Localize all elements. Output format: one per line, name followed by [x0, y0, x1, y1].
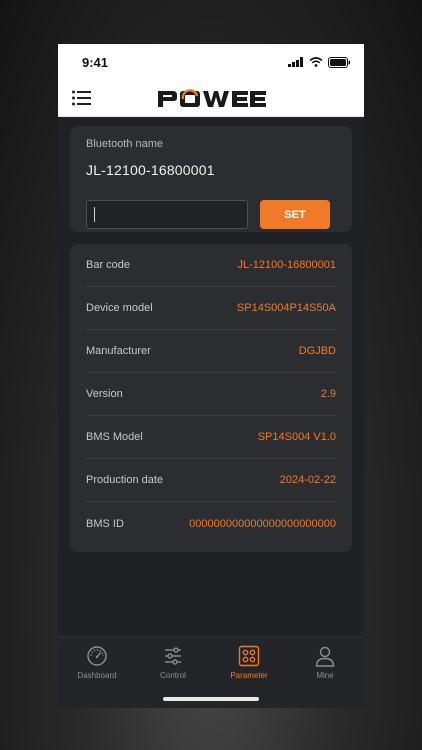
info-row-bms-id: BMS ID 000000000000000000000000 — [86, 502, 336, 545]
info-value: DGJBD — [298, 345, 336, 357]
status-bar: 9:41 — [58, 44, 364, 80]
parameter-content: Bluetooth name JL-12100-16800001 SET Bar… — [58, 116, 364, 636]
info-value: 000000000000000000000000 — [189, 517, 336, 530]
info-row-bms-model: BMS Model SP14S004 V1.0 — [86, 416, 336, 459]
bluetooth-name-label: Bluetooth name — [86, 138, 164, 150]
tab-label: Parameter — [230, 671, 268, 680]
info-row-device-model: Device model SP14S004P14S50A — [86, 287, 336, 330]
info-label: Device model — [86, 302, 153, 314]
tab-label: Mine — [316, 671, 334, 680]
info-value: SP14S004 V1.0 — [257, 431, 336, 443]
info-label: Bar code — [86, 259, 131, 271]
info-row-bar-code: Bar code JL-12100-16800001 — [86, 244, 336, 287]
tab-dashboard[interactable]: Dashboard — [59, 645, 135, 689]
bottom-tab-bar: Dashboard Control Parameter Mine — [58, 636, 364, 708]
text-caret — [94, 207, 95, 222]
logo-graphic — [158, 89, 266, 107]
info-row-production-date: Production date 2024-02-22 — [86, 459, 336, 502]
info-value: JL-12100-16800001 — [237, 259, 336, 271]
phone-screen: 9:41 PO — [58, 44, 364, 708]
info-label: Version — [86, 388, 123, 400]
info-label: BMS Model — [86, 431, 143, 443]
signal-icon — [288, 57, 303, 67]
info-value: 2024-02-22 — [279, 474, 336, 486]
info-label: Manufacturer — [86, 345, 151, 357]
bluetooth-card: Bluetooth name JL-12100-16800001 SET — [70, 126, 352, 232]
tab-label: Control — [160, 671, 186, 680]
app-header: POWEE — [58, 80, 364, 117]
tab-label: Dashboard — [77, 671, 117, 680]
tab-mine[interactable]: Mine — [287, 645, 363, 689]
info-row-version: Version 2.9 — [86, 373, 336, 416]
status-icons — [288, 56, 350, 68]
device-info-card: Bar code JL-12100-16800001 Device model … — [70, 244, 352, 552]
gauge-icon — [87, 646, 107, 666]
info-label: Production date — [86, 474, 164, 486]
wifi-icon — [309, 57, 323, 67]
info-value: SP14S004P14S50A — [236, 302, 336, 314]
battery-icon — [328, 56, 350, 68]
parameter-icon — [238, 645, 260, 667]
bluetooth-name-value: JL-12100-16800001 — [86, 162, 215, 178]
status-time: 9:41 — [82, 54, 109, 70]
user-icon — [315, 646, 335, 667]
set-button[interactable]: SET — [260, 200, 330, 229]
info-row-manufacturer: Manufacturer DGJBD — [86, 330, 336, 373]
info-label: BMS ID — [86, 517, 124, 530]
bluetooth-name-input[interactable] — [86, 200, 248, 229]
powee-logo: POWEE — [156, 88, 266, 110]
menu-button[interactable] — [72, 90, 92, 106]
tab-parameter[interactable]: Parameter — [211, 645, 287, 689]
hamburger-menu-icon — [72, 90, 91, 106]
home-indicator[interactable] — [163, 697, 259, 701]
info-value: 2.9 — [320, 388, 336, 400]
tab-control[interactable]: Control — [135, 645, 211, 689]
sliders-icon — [165, 647, 181, 665]
